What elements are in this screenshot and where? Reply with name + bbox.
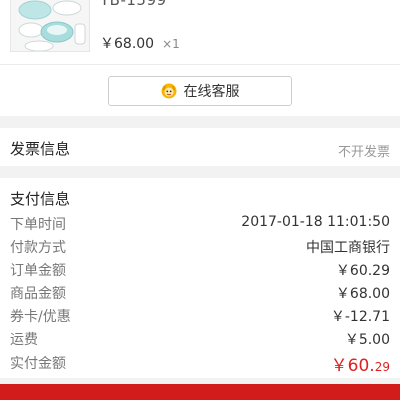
- goods-amount-label: 商品金额: [10, 286, 66, 302]
- invoice-value: 不开发票: [337, 145, 390, 160]
- tableware-set-image: [18, 0, 86, 51]
- bottom-action-bar[interactable]: [0, 384, 400, 400]
- service-bar: 在线客服: [0, 64, 400, 116]
- payment-section: 支付信息 下单时间 2017-01-18 11:01:50 付款方式 中国工商银…: [0, 178, 400, 378]
- order-amount-row: 订单金额 ￥60.29: [0, 258, 400, 280]
- paid-amount-value: ￥60.29: [331, 351, 390, 376]
- product-price: ￥68.00: [100, 36, 155, 52]
- online-service-button[interactable]: 在线客服: [108, 76, 292, 106]
- discount-label: 券卡/优惠: [10, 309, 71, 325]
- product-price-line: ￥68.00 ×1: [100, 33, 180, 53]
- order-amount-value: ￥60.29: [335, 263, 390, 279]
- payment-method-row: 付款方式 中国工商银行: [0, 235, 400, 257]
- paid-amount-row: 实付金额 ￥60.29: [0, 351, 400, 376]
- product-quantity: ×1: [162, 37, 180, 51]
- online-service-label: 在线客服: [183, 84, 240, 100]
- paid-amount-label: 实付金额: [10, 356, 66, 372]
- goods-amount-row: 商品金额 ￥68.00: [0, 281, 400, 303]
- order-time-value: 2017-01-18 11:01:50: [241, 214, 390, 230]
- shipping-value: ￥5.00: [344, 332, 390, 348]
- discount-row: 券卡/优惠 ￥-12.71: [0, 304, 400, 326]
- order-amount-label: 订单金额: [10, 263, 66, 279]
- invoice-title: 发票信息: [10, 140, 71, 158]
- product-card[interactable]: TB-1599 ￥68.00 ×1: [0, 0, 400, 64]
- order-time-label: 下单时间: [10, 217, 66, 233]
- paid-amount-main: ￥60.: [330, 356, 375, 376]
- payment-method-label: 付款方式: [10, 240, 66, 256]
- discount-value: ￥-12.71: [330, 309, 390, 325]
- payment-method-value: 中国工商银行: [306, 240, 390, 256]
- customer-service-icon: [161, 83, 176, 99]
- product-thumbnail[interactable]: [10, 0, 90, 52]
- payment-title: 支付信息: [10, 190, 71, 208]
- invoice-section[interactable]: 发票信息 不开发票: [0, 128, 400, 166]
- paid-amount-decimal: 29: [374, 360, 390, 374]
- shipping-row: 运费 ￥5.00: [0, 327, 400, 349]
- product-sku: TB-1599: [100, 0, 167, 9]
- goods-amount-value: ￥68.00: [335, 286, 390, 302]
- order-time-row: 下单时间 2017-01-18 11:01:50: [0, 212, 400, 234]
- shipping-label: 运费: [10, 332, 38, 348]
